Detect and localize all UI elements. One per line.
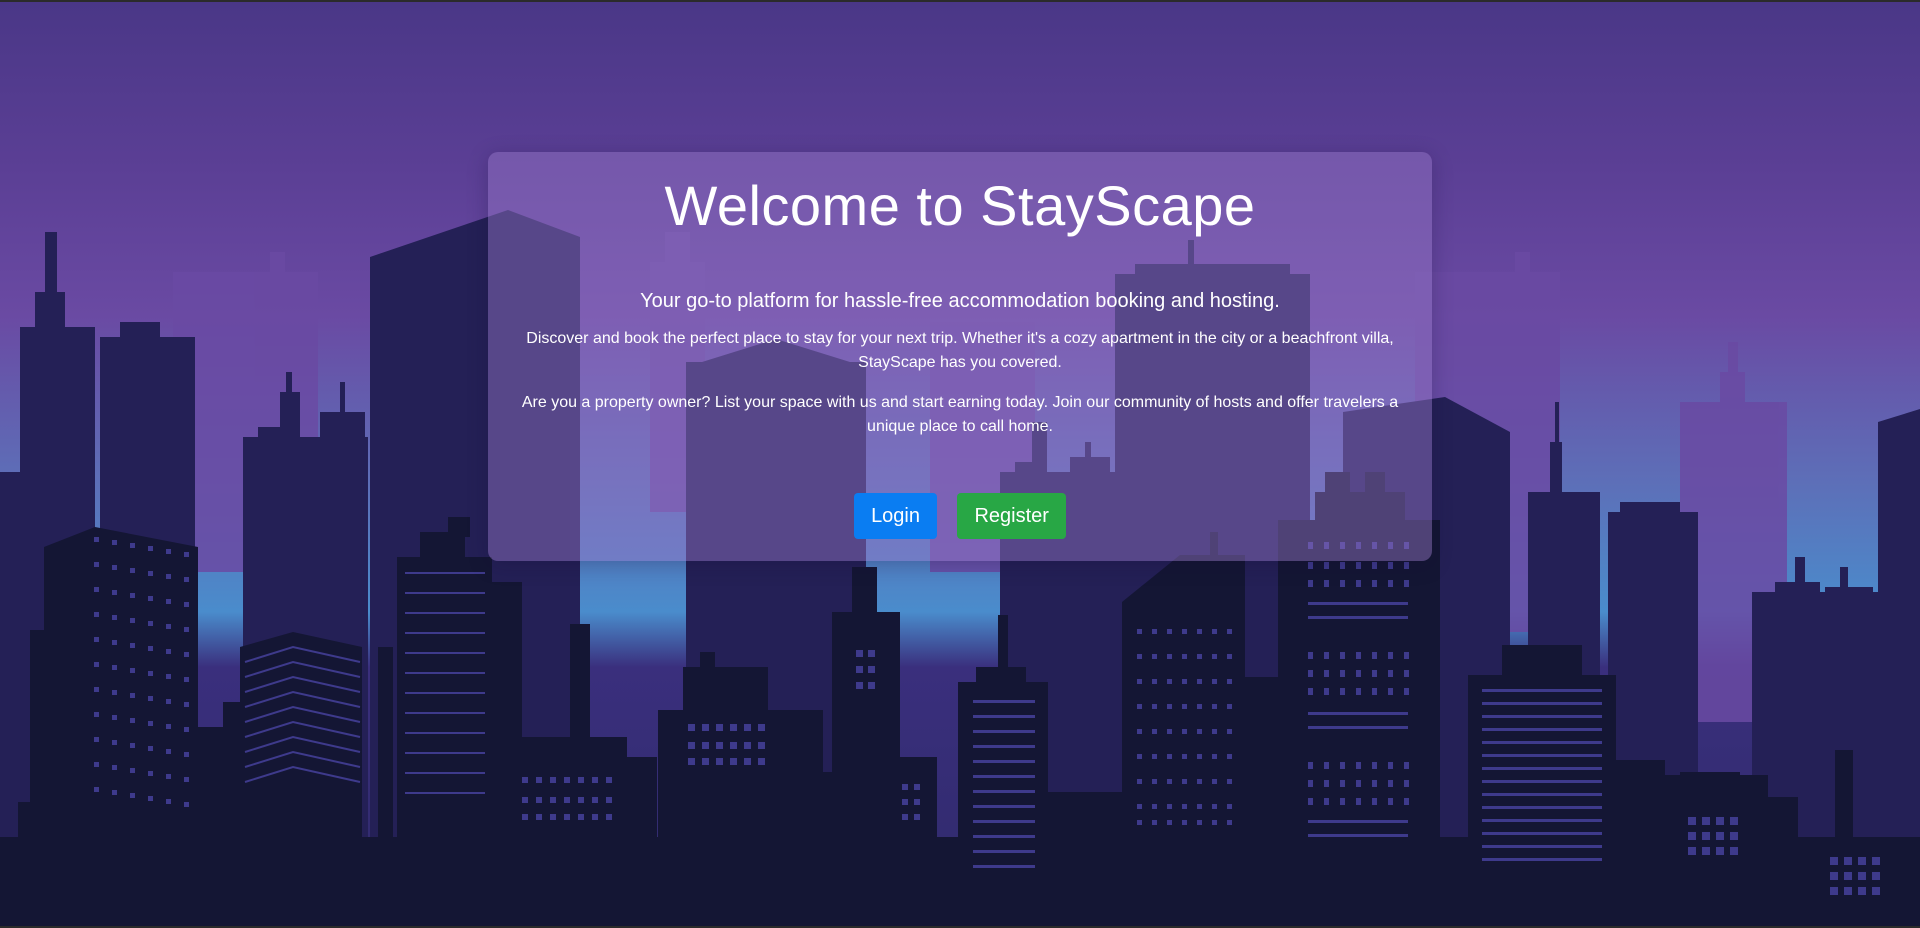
- auth-buttons: Login Register: [488, 493, 1432, 539]
- host-paragraph: Are you a property owner? List your spac…: [521, 394, 1399, 435]
- page-background: Welcome to StayScape Your go-to platform…: [0, 2, 1920, 926]
- tagline: Your go-to platform for hassle-free acco…: [640, 290, 1280, 312]
- welcome-card: Welcome to StayScape Your go-to platform…: [488, 152, 1432, 561]
- login-button[interactable]: Login: [854, 493, 937, 539]
- intro-paragraph: Discover and book the perfect place to s…: [526, 330, 1394, 371]
- register-button[interactable]: Register: [957, 493, 1066, 539]
- page-title: Welcome to StayScape: [664, 174, 1256, 237]
